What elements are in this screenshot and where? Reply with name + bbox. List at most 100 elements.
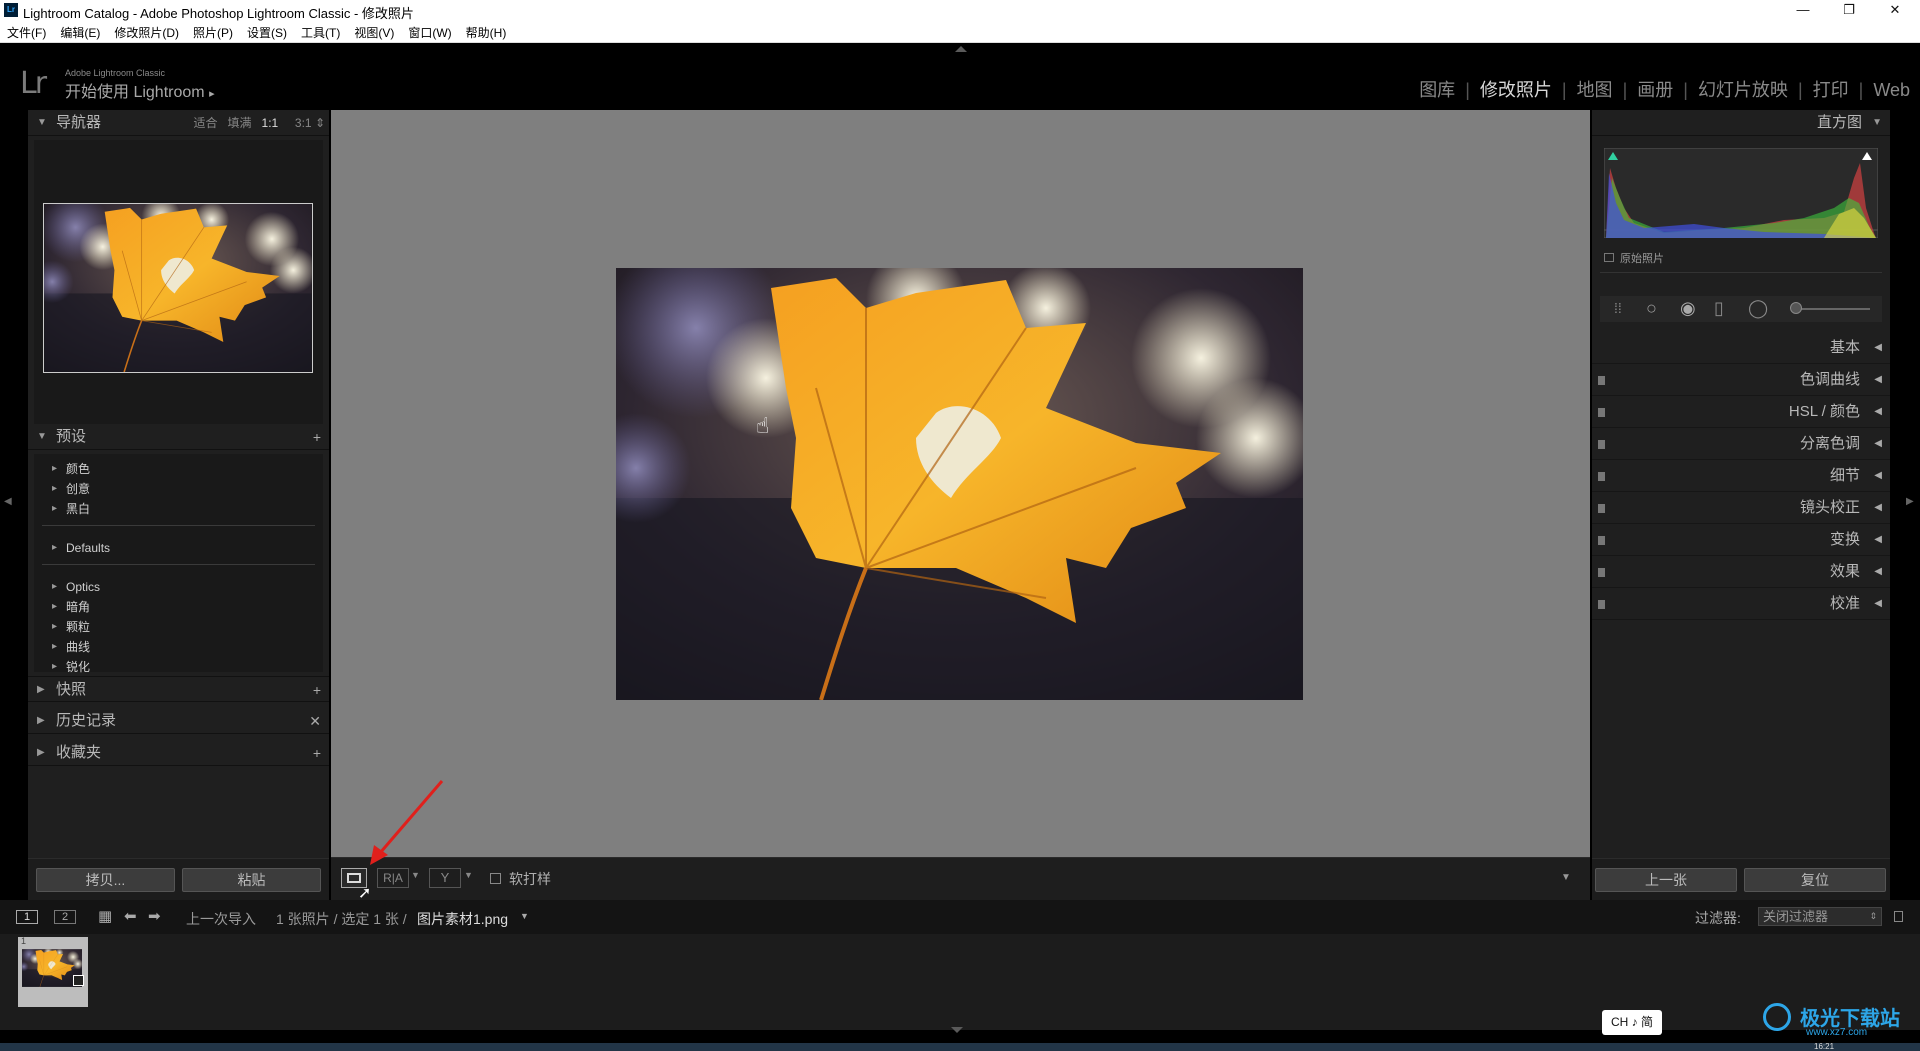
histogram-header[interactable]: 直方图 ▼ <box>1592 110 1890 136</box>
module-library[interactable]: 图库 <box>1409 76 1465 102</box>
getting-started-link[interactable]: 开始使用 Lightroom ▸ <box>65 78 215 102</box>
soft-proof-checkbox[interactable] <box>490 873 501 884</box>
photo-preview[interactable] <box>616 268 1303 700</box>
navigator-thumbnail[interactable] <box>43 203 313 373</box>
panel-hsl[interactable]: HSL / 颜色 ◀ <box>1592 396 1890 428</box>
filename-dropdown-icon[interactable]: ▼ <box>520 911 529 921</box>
ime-indicator[interactable]: CH ♪ 简 <box>1602 1010 1662 1035</box>
menu-file[interactable]: 文件(F) <box>0 21 53 41</box>
module-print[interactable]: 打印 <box>1803 76 1859 102</box>
minimize-button[interactable]: — <box>1780 0 1826 21</box>
red-eye-icon[interactable]: ◉ <box>1680 298 1696 319</box>
close-button[interactable]: ✕ <box>1872 0 1918 21</box>
crop-overlay-icon[interactable]: ⁞⁞ <box>1614 300 1622 316</box>
preset-group-color[interactable]: 颜色 <box>34 459 323 479</box>
add-collection-icon[interactable]: + <box>313 740 321 766</box>
develop-panels: 基本 ◀ 色调曲线 ◀ HSL / 颜色 ◀ 分离色调 ◀ 细节 ◀ 镜头校正 ◀ 变换 ◀ … <box>1592 332 1890 620</box>
expand-arrow-icon: ◀ <box>1874 438 1882 449</box>
add-preset-icon[interactable]: + <box>313 424 321 450</box>
panel-switch[interactable] <box>1598 568 1605 577</box>
panel-lens-corrections[interactable]: 镜头校正 ◀ <box>1592 492 1890 524</box>
zoom-stepper-icon[interactable]: ⇕ <box>315 116 325 130</box>
secondary-window-button[interactable]: 2 <box>54 910 76 924</box>
preset-group-bw[interactable]: 黑白 <box>34 499 323 519</box>
graduated-filter-icon[interactable]: ▯ <box>1714 298 1724 319</box>
maximize-button[interactable]: ❐ <box>1826 0 1872 21</box>
panel-switch[interactable] <box>1598 376 1605 385</box>
filmstrip-source[interactable]: 上一次导入 <box>186 909 256 929</box>
menu-photo[interactable]: 照片(P) <box>186 21 240 41</box>
preset-group-grain[interactable]: 颗粒 <box>34 617 323 637</box>
back-arrow-icon[interactable]: ⬅ <box>124 907 137 925</box>
filmstrip-thumbnail[interactable]: 1 <box>18 936 88 1007</box>
panel-switch[interactable] <box>1598 440 1605 449</box>
before-after-dropdown-icon[interactable]: ▼ <box>411 870 420 880</box>
module-web[interactable]: Web <box>1863 80 1920 101</box>
menu-settings[interactable]: 设置(S) <box>240 21 294 41</box>
zoom-fit[interactable]: 适合 <box>193 116 217 130</box>
module-book[interactable]: 画册 <box>1627 76 1683 102</box>
module-develop[interactable]: 修改照片 <box>1470 76 1562 102</box>
bottom-panel-toggle-icon[interactable] <box>951 1027 963 1033</box>
add-snapshot-icon[interactable]: + <box>313 677 321 703</box>
spot-removal-icon[interactable]: ○ <box>1646 298 1657 319</box>
before-after-button[interactable]: R|A <box>377 868 409 888</box>
right-panel-toggle-icon[interactable]: ▶ <box>1906 496 1914 507</box>
snapshots-header[interactable]: ▶ 快照 + <box>28 676 329 702</box>
filmstrip-bar: 1 2 ▦ ⬅ ➡ 上一次导入 1 张照片 / 选定 1 张 / 图片素材1.p… <box>0 900 1920 934</box>
filmstrip-filename[interactable]: 图片素材1.png <box>417 909 508 929</box>
swap-dropdown-icon[interactable]: ▼ <box>464 870 473 880</box>
module-slideshow[interactable]: 幻灯片放映 <box>1688 76 1798 102</box>
brush-slider[interactable] <box>1796 308 1870 310</box>
preset-group-defaults[interactable]: Defaults <box>34 538 323 558</box>
panel-switch[interactable] <box>1598 408 1605 417</box>
menu-window[interactable]: 窗口(W) <box>401 21 458 41</box>
original-photo-checkbox[interactable] <box>1604 253 1614 262</box>
forward-arrow-icon[interactable]: ➡ <box>148 907 161 925</box>
menu-help[interactable]: 帮助(H) <box>459 21 514 41</box>
panel-transform[interactable]: 变换 ◀ <box>1592 524 1890 556</box>
panel-switch[interactable] <box>1598 536 1605 545</box>
panel-effects[interactable]: 效果 ◀ <box>1592 556 1890 588</box>
menu-edit[interactable]: 编辑(E) <box>53 21 107 41</box>
preset-group-curve[interactable]: 曲线 <box>34 637 323 657</box>
panel-detail[interactable]: 细节 ◀ <box>1592 460 1890 492</box>
radial-filter-icon[interactable]: ◯ <box>1748 298 1768 319</box>
filter-lock-icon[interactable] <box>1894 911 1903 922</box>
top-panel-toggle-icon[interactable] <box>955 46 967 52</box>
swap-button[interactable]: Y <box>429 868 461 888</box>
paste-settings-button[interactable]: 粘贴 <box>182 868 321 892</box>
zoom-fill[interactable]: 填满 <box>228 116 252 130</box>
zoom-1-1[interactable]: 1:1 <box>262 116 279 130</box>
presets-header[interactable]: ▼ 预设 + <box>28 424 329 450</box>
history-header[interactable]: ▶ 历史记录 ✕ <box>28 708 329 734</box>
left-panel-toggle-icon[interactable]: ◀ <box>4 496 12 507</box>
grid-view-icon[interactable]: ▦ <box>98 907 112 925</box>
previous-button[interactable]: 上一张 <box>1595 868 1737 892</box>
navigator-header[interactable]: ▼ 导航器 适合 填满 1:1 3:1 ⇕ <box>28 110 329 136</box>
copy-settings-button[interactable]: 拷贝... <box>36 868 175 892</box>
preset-group-vignette[interactable]: 暗角 <box>34 597 323 617</box>
panel-calibration[interactable]: 校准 ◀ <box>1592 588 1890 620</box>
panel-switch[interactable] <box>1598 504 1605 513</box>
preset-group-sharpen[interactable]: 锐化 <box>34 657 323 677</box>
module-map[interactable]: 地图 <box>1567 76 1623 102</box>
primary-window-button[interactable]: 1 <box>16 910 38 924</box>
panel-split-toning[interactable]: 分离色调 ◀ <box>1592 428 1890 460</box>
panel-switch[interactable] <box>1598 472 1605 481</box>
filter-select[interactable]: 关闭过滤器 ⇕ <box>1758 907 1882 926</box>
toolbar-options-icon[interactable]: ▼ <box>1561 872 1571 883</box>
panel-tone-curve[interactable]: 色调曲线 ◀ <box>1592 364 1890 396</box>
zoom-3-1[interactable]: 3:1 <box>295 116 312 130</box>
panel-switch[interactable] <box>1598 600 1605 609</box>
panel-basic[interactable]: 基本 ◀ <box>1592 332 1890 364</box>
preset-group-optics[interactable]: Optics <box>34 577 323 597</box>
menu-tools[interactable]: 工具(T) <box>294 21 347 41</box>
brush-icon[interactable] <box>1790 302 1802 314</box>
menu-develop[interactable]: 修改照片(D) <box>107 21 186 41</box>
reset-button[interactable]: 复位 <box>1744 868 1886 892</box>
clear-history-icon[interactable]: ✕ <box>309 708 321 734</box>
menu-view[interactable]: 视图(V) <box>347 21 401 41</box>
collections-header[interactable]: ▶ 收藏夹 + <box>28 740 329 766</box>
preset-group-creative[interactable]: 创意 <box>34 479 323 499</box>
